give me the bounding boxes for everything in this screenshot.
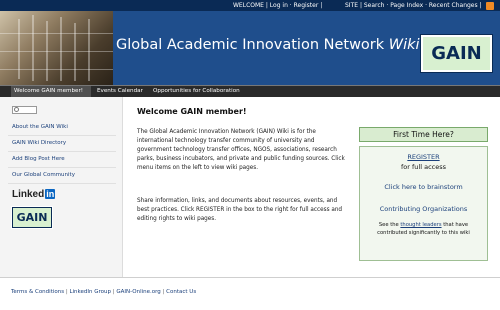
gain-logo[interactable]: GAIN — [420, 34, 493, 73]
thought-leaders-note: See the thought leaders that have contri… — [377, 222, 470, 236]
first-time-header: First Time Here? — [359, 127, 488, 142]
divider — [8, 183, 116, 184]
tab-opportunities[interactable]: Opportunities for Collaboration — [150, 86, 240, 97]
divider — [8, 167, 116, 168]
share-paragraph: Share information, links, and documents … — [137, 198, 343, 222]
sidebar-item-about[interactable]: About the GAIN Wiki — [12, 124, 68, 130]
search-icon — [14, 107, 19, 112]
gain-badge[interactable]: GAIN — [11, 206, 53, 229]
linkedin-logo[interactable]: Linked in — [12, 189, 56, 200]
thought-leaders-link[interactable]: thought leaders — [400, 222, 441, 228]
footer: Terms & Conditions | LinkedIn Group | GA… — [0, 277, 500, 310]
sidebar-item-add-blog[interactable]: Add Blog Post Here — [12, 156, 65, 162]
full-access-text: for full access — [401, 163, 446, 171]
sidebar-item-directory[interactable]: GAIN Wiki Directory — [12, 140, 66, 146]
sidebar-item-community[interactable]: Our Global Community — [12, 172, 75, 178]
register-panel: REGISTER for full access Click here to b… — [359, 146, 488, 261]
footer-link-terms[interactable]: Terms & Conditions — [11, 289, 64, 295]
site-links[interactable]: SITE | Search · Page Index · Recent Chan… — [345, 0, 482, 11]
welcome-login-links[interactable]: WELCOME | Log in · Register | — [233, 0, 322, 11]
divider — [8, 151, 116, 152]
site-title: Global Academic Innovation Network Wiki — [116, 37, 420, 53]
sidebar: About the GAIN Wiki GAIN Wiki Directory … — [0, 97, 123, 277]
footer-link-contact[interactable]: Contact Us — [166, 289, 196, 295]
header-banner: Global Academic Innovation Network Wiki … — [0, 11, 500, 85]
intro-paragraph: The Global Academic Innovation Network (… — [137, 129, 345, 171]
building-photo — [0, 11, 113, 85]
tab-events-calendar[interactable]: Events Calendar — [94, 86, 148, 97]
nav-tabs: Welcome GAIN member! Events Calendar Opp… — [0, 85, 500, 97]
rss-icon[interactable] — [486, 2, 494, 10]
register-link[interactable]: REGISTER — [360, 153, 487, 161]
tab-welcome[interactable]: Welcome GAIN member! — [11, 86, 91, 97]
brainstorm-link[interactable]: Click here to brainstorm — [360, 183, 487, 191]
footer-link-gain-online[interactable]: GAIN-Online.org — [116, 289, 160, 295]
divider — [8, 135, 116, 136]
page-title: Welcome GAIN member! — [137, 107, 247, 116]
top-utility-bar: WELCOME | Log in · Register | SITE | Sea… — [0, 0, 500, 11]
footer-link-linkedin-group[interactable]: LinkedIn Group — [69, 289, 111, 295]
footer-links: Terms & Conditions | LinkedIn Group | GA… — [11, 289, 197, 295]
contributing-orgs-link[interactable]: Contributing Organizations — [360, 205, 487, 213]
